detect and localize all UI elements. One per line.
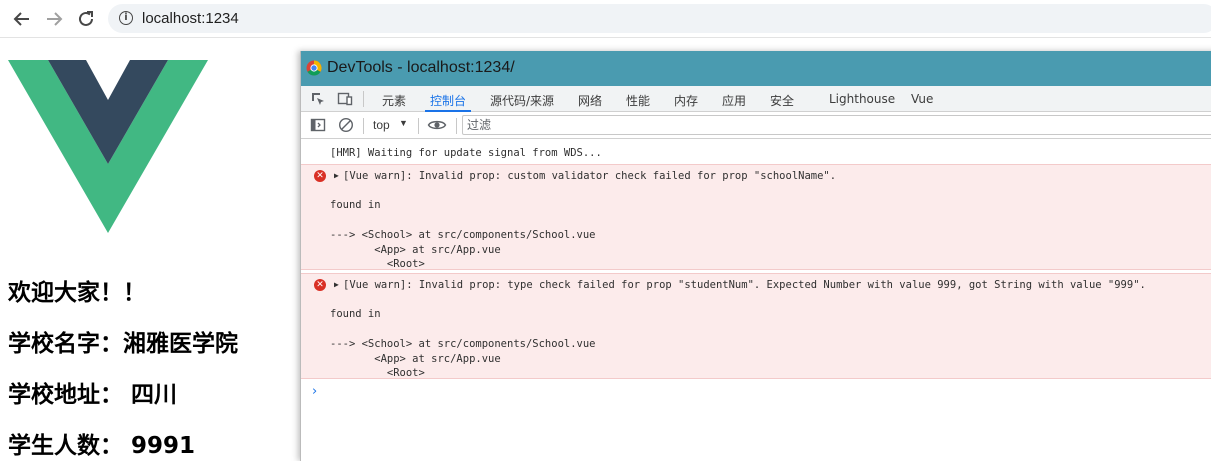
console-log-line: [HMR] Waiting for update signal from WDS… bbox=[330, 147, 602, 159]
console-error: ✕ ▶ [Vue warn]: Invalid prop: custom val… bbox=[301, 164, 1211, 270]
context-selector[interactable]: top bbox=[373, 118, 390, 132]
school-name-text: 学校名字：湘雅医学院 bbox=[8, 331, 238, 357]
error-component-trace: ---> <School> at src/components/School.v… bbox=[330, 338, 596, 379]
tab-sources[interactable]: 源代码/来源 bbox=[490, 92, 554, 109]
inspect-element-icon[interactable] bbox=[310, 91, 326, 107]
vue-logo bbox=[8, 60, 208, 233]
tab-divider bbox=[363, 91, 364, 107]
tab-console[interactable]: 控制台 bbox=[430, 92, 466, 109]
expand-triangle-icon[interactable]: ▶ bbox=[334, 171, 339, 180]
error-icon: ✕ bbox=[314, 279, 326, 291]
expand-triangle-icon[interactable]: ▶ bbox=[334, 280, 339, 289]
forward-button[interactable] bbox=[41, 6, 67, 32]
browser-toolbar: i localhost:1234 bbox=[0, 0, 1211, 38]
console-output: [HMR] Waiting for update signal from WDS… bbox=[301, 140, 1211, 461]
toolbar-divider bbox=[418, 118, 419, 134]
info-icon[interactable]: i bbox=[119, 11, 133, 25]
error-message: [Vue warn]: Invalid prop: custom validat… bbox=[343, 170, 837, 182]
tab-performance[interactable]: 性能 bbox=[626, 92, 650, 109]
tab-memory[interactable]: 内存 bbox=[674, 92, 698, 109]
devtools-titlebar[interactable]: DevTools - localhost:1234/ bbox=[301, 51, 1211, 86]
devtools-window: DevTools - localhost:1234/ 元素 控制台 源代码/来源… bbox=[300, 51, 1211, 461]
address-bar[interactable]: i localhost:1234 bbox=[108, 4, 1211, 33]
student-count-text: 学生人数： 9991 bbox=[8, 433, 196, 459]
arrow-right-icon bbox=[47, 12, 63, 26]
clear-console-icon[interactable] bbox=[338, 117, 354, 133]
device-toolbar-icon[interactable] bbox=[337, 91, 353, 107]
chevron-down-icon[interactable]: ▼ bbox=[399, 118, 408, 128]
tab-elements[interactable]: 元素 bbox=[382, 92, 406, 109]
back-button[interactable] bbox=[9, 6, 35, 32]
error-message: [Vue warn]: Invalid prop: type check fai… bbox=[343, 279, 1146, 291]
error-component-trace: ---> <School> at src/components/School.v… bbox=[330, 229, 596, 270]
error-found-in: found in bbox=[330, 199, 381, 211]
reload-icon bbox=[79, 11, 93, 26]
tab-network[interactable]: 网络 bbox=[578, 92, 602, 109]
url-text[interactable]: localhost:1234 bbox=[142, 10, 239, 27]
console-prompt[interactable]: › bbox=[312, 384, 317, 399]
toolbar-divider bbox=[456, 118, 457, 134]
sidebar-toggle-icon[interactable] bbox=[310, 117, 326, 133]
filter-input[interactable] bbox=[463, 116, 1211, 134]
reload-button[interactable] bbox=[73, 6, 99, 32]
arrow-left-icon bbox=[13, 12, 29, 26]
toolbar-divider bbox=[363, 118, 364, 134]
console-error: ✕ ▶ [Vue warn]: Invalid prop: type check… bbox=[301, 273, 1211, 379]
tab-application[interactable]: 应用 bbox=[722, 92, 746, 109]
chrome-icon bbox=[306, 60, 322, 76]
school-address-text: 学校地址： 四川 bbox=[8, 382, 178, 408]
tab-vue[interactable]: Vue bbox=[911, 92, 933, 106]
filter-box bbox=[462, 115, 1211, 135]
tab-lighthouse[interactable]: Lighthouse bbox=[829, 92, 895, 106]
error-icon: ✕ bbox=[314, 170, 326, 182]
devtools-title: DevTools - localhost:1234/ bbox=[327, 59, 515, 76]
console-toolbar: top ▼ bbox=[301, 112, 1211, 139]
error-found-in: found in bbox=[330, 308, 381, 320]
devtools-tabbar: 元素 控制台 源代码/来源 网络 性能 内存 应用 安全 Lighthouse … bbox=[301, 86, 1211, 112]
eye-icon[interactable] bbox=[427, 117, 447, 133]
welcome-text: 欢迎大家！！ bbox=[8, 280, 146, 306]
tab-security[interactable]: 安全 bbox=[770, 92, 794, 109]
